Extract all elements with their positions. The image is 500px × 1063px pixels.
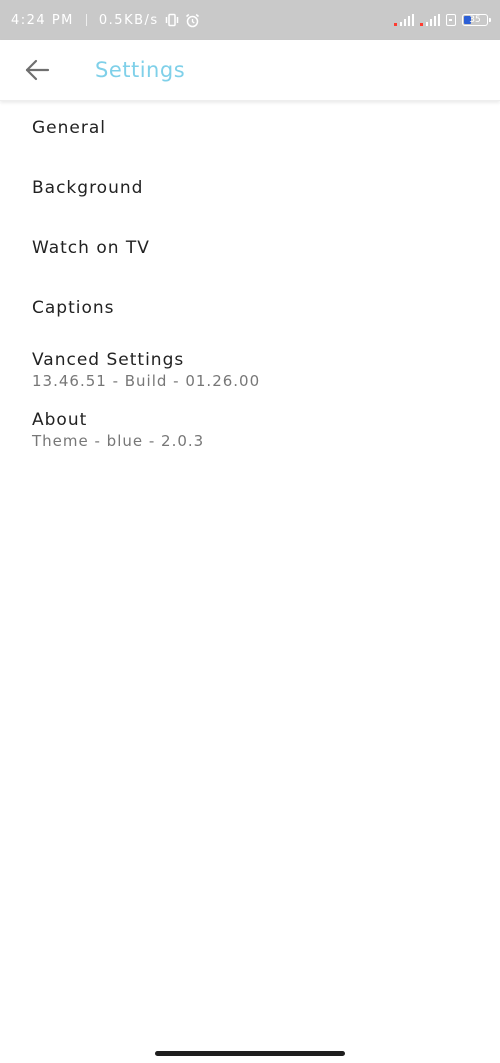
signal-icon [394,14,414,26]
gesture-bar[interactable] [155,1051,345,1056]
battery-icon: 35 [462,14,491,26]
settings-screen: 4:24 PM 0.5KB/s 35 Settings General Back… [0,0,500,1063]
settings-item-title: About [32,410,88,430]
settings-item-general[interactable]: General [0,100,500,160]
status-left: 4:24 PM 0.5KB/s [11,0,200,40]
status-time: 4:24 PM [11,12,74,28]
alarm-icon [185,13,199,27]
settings-item-captions[interactable]: Captions [0,280,500,340]
sim-icon [446,14,456,26]
page-title: Settings [95,58,186,82]
network-speed: 0.5KB/s [98,12,159,28]
settings-item-title: Background [32,178,144,198]
settings-item-watch-on-tv[interactable]: Watch on TV [0,220,500,280]
settings-item-about[interactable]: About Theme - blue - 2.0.3 [0,400,500,460]
settings-list: General Background Watch on TV Captions … [0,100,500,460]
arrow-back-icon [25,59,50,81]
settings-item-summary: Theme - blue - 2.0.3 [32,432,205,450]
status-separator [85,14,87,26]
back-button[interactable] [18,52,56,88]
app-bar: Settings [0,40,500,101]
settings-item-title: General [32,118,106,138]
status-bar: 4:24 PM 0.5KB/s 35 [0,0,500,40]
battery-level: 35 [469,14,481,25]
settings-item-title: Captions [32,298,115,318]
settings-item-vanced-settings[interactable]: Vanced Settings 13.46.51 - Build - 01.26… [0,340,500,400]
signal-icon [420,14,440,26]
settings-item-summary: 13.46.51 - Build - 01.26.00 [32,372,261,390]
vibrate-icon [165,13,178,27]
settings-item-background[interactable]: Background [0,160,500,220]
settings-item-title: Watch on TV [32,238,150,258]
status-right: 35 [394,0,491,40]
settings-item-title: Vanced Settings [32,350,185,370]
